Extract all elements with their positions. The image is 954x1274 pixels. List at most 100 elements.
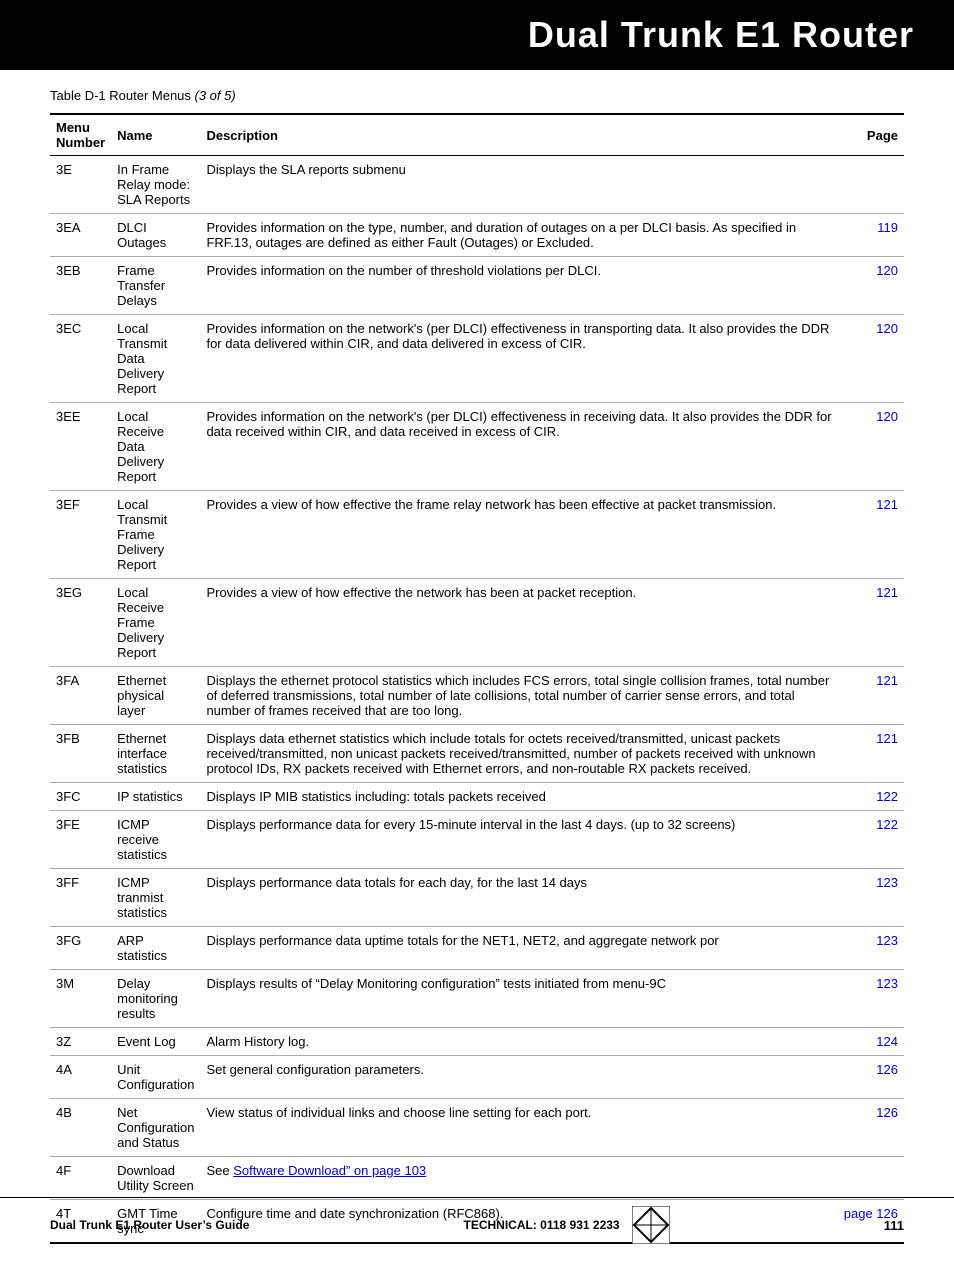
cell-menu-number: 3EF bbox=[50, 491, 111, 579]
cell-description: See Software Download” on page 103 bbox=[200, 1157, 837, 1200]
table-row: 3FGARP statisticsDisplays performance da… bbox=[50, 927, 904, 970]
footer-center: TECHNICAL: 0118 931 2233 bbox=[464, 1206, 670, 1244]
cell-description: Provides information on the network's (p… bbox=[200, 403, 837, 491]
cell-name: IP statistics bbox=[111, 783, 200, 811]
router-menus-table: MenuNumber Name Description Page 3EIn Fr… bbox=[50, 113, 904, 1244]
table-caption-label: Table D-1 Router Menus bbox=[50, 88, 195, 103]
cell-description: Displays results of “Delay Monitoring co… bbox=[200, 970, 837, 1028]
cell-page: 123 bbox=[838, 970, 904, 1028]
table-row: 3EADLCI OutagesProvides information on t… bbox=[50, 214, 904, 257]
table-row: 3EELocal Receive Data Delivery ReportPro… bbox=[50, 403, 904, 491]
header-name: Name bbox=[111, 114, 200, 156]
cell-description: View status of individual links and choo… bbox=[200, 1099, 837, 1157]
cell-menu-number: 3EB bbox=[50, 257, 111, 315]
cell-name: Download Utility Screen bbox=[111, 1157, 200, 1200]
cell-menu-number: 3E bbox=[50, 156, 111, 214]
cell-name: Net Configuration and Status bbox=[111, 1099, 200, 1157]
cell-menu-number: 4B bbox=[50, 1099, 111, 1157]
cell-menu-number: 3FG bbox=[50, 927, 111, 970]
cell-name: Frame Transfer Delays bbox=[111, 257, 200, 315]
table-row: 3EBFrame Transfer DelaysProvides informa… bbox=[50, 257, 904, 315]
cell-description: Displays IP MIB statistics including: to… bbox=[200, 783, 837, 811]
table-row: 3MDelay monitoring resultsDisplays resul… bbox=[50, 970, 904, 1028]
cell-menu-number: 3FF bbox=[50, 869, 111, 927]
footer-logo-icon bbox=[632, 1206, 670, 1244]
table-caption-italic: (3 of 5) bbox=[195, 88, 236, 103]
cell-name: Local Receive Data Delivery Report bbox=[111, 403, 200, 491]
cell-page: 123 bbox=[838, 869, 904, 927]
table-header-row: MenuNumber Name Description Page bbox=[50, 114, 904, 156]
table-row: 3EFLocal Transmit Frame Delivery ReportP… bbox=[50, 491, 904, 579]
cell-name: In Frame Relay mode: SLA Reports bbox=[111, 156, 200, 214]
cell-page: 126 bbox=[838, 1099, 904, 1157]
main-content: Table D-1 Router Menus (3 of 5) MenuNumb… bbox=[0, 70, 954, 1274]
cell-menu-number: 3EE bbox=[50, 403, 111, 491]
cell-menu-number: 3FA bbox=[50, 667, 111, 725]
cell-menu-number: 3FC bbox=[50, 783, 111, 811]
cell-description: Provides information on the type, number… bbox=[200, 214, 837, 257]
cell-description: Alarm History log. bbox=[200, 1028, 837, 1056]
cell-page: 122 bbox=[838, 783, 904, 811]
cell-menu-number: 3EG bbox=[50, 579, 111, 667]
cell-menu-number: 3FE bbox=[50, 811, 111, 869]
footer-page-number: 111 bbox=[884, 1218, 904, 1233]
footer: Dual Trunk E1 Router User’s Guide TECHNI… bbox=[0, 1197, 954, 1244]
cell-page: 121 bbox=[838, 667, 904, 725]
cell-name: Ethernet physical layer bbox=[111, 667, 200, 725]
cell-page: 121 bbox=[838, 725, 904, 783]
cell-name: ARP statistics bbox=[111, 927, 200, 970]
cell-menu-number: 3M bbox=[50, 970, 111, 1028]
cell-name: DLCI Outages bbox=[111, 214, 200, 257]
cell-page: 120 bbox=[838, 315, 904, 403]
cell-description: Displays performance data totals for eac… bbox=[200, 869, 837, 927]
header-menu-number: MenuNumber bbox=[50, 114, 111, 156]
cell-description: Provides a view of how effective the fra… bbox=[200, 491, 837, 579]
cell-name: ICMP tranmist statistics bbox=[111, 869, 200, 927]
cell-description: Displays performance data for every 15-m… bbox=[200, 811, 837, 869]
table-row: 3FFICMP tranmist statisticsDisplays perf… bbox=[50, 869, 904, 927]
cell-page: 121 bbox=[838, 491, 904, 579]
cell-name: ICMP receive statistics bbox=[111, 811, 200, 869]
cell-menu-number: 3Z bbox=[50, 1028, 111, 1056]
cell-name: Event Log bbox=[111, 1028, 200, 1056]
cell-description: Provides information on the network's (p… bbox=[200, 315, 837, 403]
table-row: 3FEICMP receive statisticsDisplays perfo… bbox=[50, 811, 904, 869]
table-row: 3ZEvent LogAlarm History log.124 bbox=[50, 1028, 904, 1056]
page-title: Dual Trunk E1 Router bbox=[528, 14, 914, 56]
cell-page: 122 bbox=[838, 811, 904, 869]
footer-technical: TECHNICAL: 0118 931 2233 bbox=[464, 1218, 620, 1232]
cell-menu-number: 4A bbox=[50, 1056, 111, 1099]
cell-page: 123 bbox=[838, 927, 904, 970]
cell-page: 120 bbox=[838, 403, 904, 491]
cell-name: Local Transmit Frame Delivery Report bbox=[111, 491, 200, 579]
cell-description: Provides information on the number of th… bbox=[200, 257, 837, 315]
cell-name: Local Transmit Data Delivery Report bbox=[111, 315, 200, 403]
cell-menu-number: 3EC bbox=[50, 315, 111, 403]
cell-page: 126 bbox=[838, 1056, 904, 1099]
cell-menu-number: 3FB bbox=[50, 725, 111, 783]
header-page: Page bbox=[838, 114, 904, 156]
cell-page: 119 bbox=[838, 214, 904, 257]
software-download-link[interactable]: Software Download” on page 103 bbox=[233, 1163, 426, 1178]
table-row: 3ECLocal Transmit Data Delivery ReportPr… bbox=[50, 315, 904, 403]
cell-description: Displays the ethernet protocol statistic… bbox=[200, 667, 837, 725]
table-row: 4FDownload Utility ScreenSee Software Do… bbox=[50, 1157, 904, 1200]
cell-page: 121 bbox=[838, 579, 904, 667]
header-description: Description bbox=[200, 114, 837, 156]
cell-page: 120 bbox=[838, 257, 904, 315]
cell-page bbox=[838, 1157, 904, 1200]
cell-description: Set general configuration parameters. bbox=[200, 1056, 837, 1099]
table-row: 3FBEthernet interface statisticsDisplays… bbox=[50, 725, 904, 783]
table-row: 4AUnit ConfigurationSet general configur… bbox=[50, 1056, 904, 1099]
cell-page bbox=[838, 156, 904, 214]
cell-name: Unit Configuration bbox=[111, 1056, 200, 1099]
cell-description: Displays data ethernet statistics which … bbox=[200, 725, 837, 783]
table-row: 3EGLocal Receive Frame Delivery ReportPr… bbox=[50, 579, 904, 667]
header-bar: Dual Trunk E1 Router bbox=[0, 0, 954, 70]
cell-menu-number: 3EA bbox=[50, 214, 111, 257]
cell-name: Local Receive Frame Delivery Report bbox=[111, 579, 200, 667]
table-row: 4BNet Configuration and StatusView statu… bbox=[50, 1099, 904, 1157]
cell-page: 124 bbox=[838, 1028, 904, 1056]
table-caption: Table D-1 Router Menus (3 of 5) bbox=[50, 88, 904, 103]
table-row: 3FAEthernet physical layerDisplays the e… bbox=[50, 667, 904, 725]
